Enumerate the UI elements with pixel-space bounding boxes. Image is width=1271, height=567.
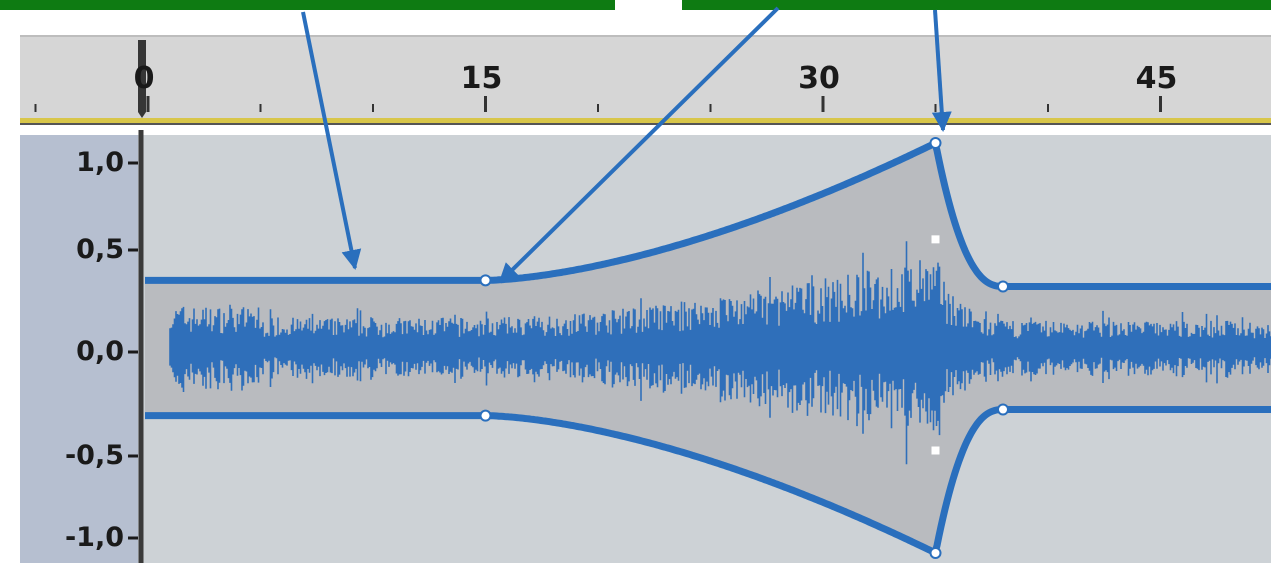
envelope-control-point[interactable] <box>479 274 492 287</box>
envelope-inner-marker <box>931 446 940 455</box>
envelope-control-point[interactable] <box>929 137 942 149</box>
amplitude-ruler: 1,0 0,5 0,0 -0,5 -1,0 <box>20 135 138 563</box>
ruler-background <box>20 36 1271 118</box>
amplitude-label: 0,0 <box>76 336 124 367</box>
amplitude-label: 0,5 <box>76 234 124 265</box>
amplitude-label: -1,0 <box>65 522 124 553</box>
timeline-ruler[interactable]: 0153045 <box>20 35 1271 125</box>
annotation-bar-left <box>0 0 615 10</box>
envelope-control-point[interactable] <box>997 280 1009 293</box>
playhead-icon[interactable] <box>138 40 146 118</box>
envelope-control-point[interactable] <box>997 403 1009 416</box>
audio-track[interactable] <box>138 130 1271 563</box>
annotation-bar-right <box>682 0 1271 10</box>
envelope-control-point[interactable] <box>479 409 492 422</box>
ruler-tick-label: 45 <box>1136 61 1178 96</box>
ruler-tick-label: 30 <box>798 61 840 96</box>
amplitude-label: 1,0 <box>76 147 124 178</box>
amplitude-label: -0,5 <box>65 440 124 471</box>
ruler-tick-label: 15 <box>461 61 503 96</box>
envelope-control-point[interactable] <box>929 547 942 559</box>
envelope-inner-marker <box>931 235 940 244</box>
